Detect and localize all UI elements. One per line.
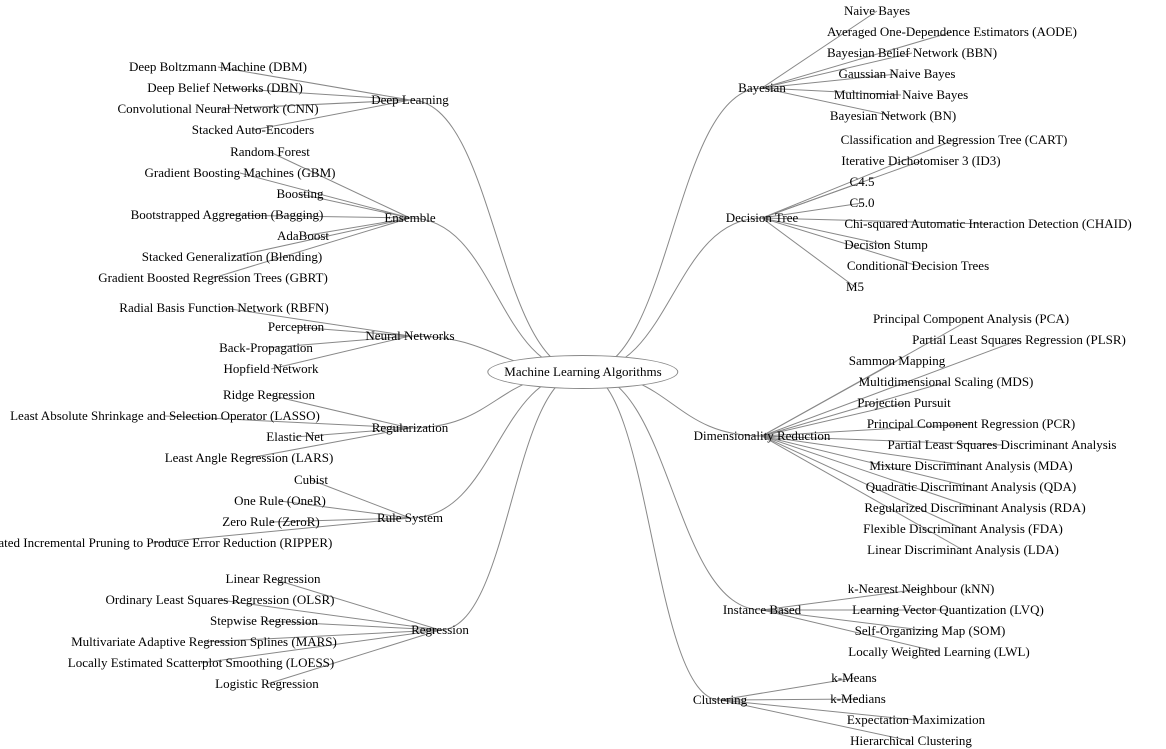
node-label: Radial Basis Function Network (RBFN) — [119, 300, 328, 316]
node-label: Conditional Decision Trees — [847, 258, 989, 274]
node-label: Bayesian Network (BN) — [830, 108, 956, 124]
node-label: Naive Bayes — [844, 3, 910, 19]
node-label: Hopfield Network — [224, 361, 319, 377]
node-label: C4.5 — [850, 174, 875, 190]
node-label: Regularized Discriminant Analysis (RDA) — [864, 500, 1085, 516]
node-label: Linear Regression — [226, 571, 321, 587]
node-label: k-Medians — [830, 691, 886, 707]
node-label: Decision Stump — [844, 237, 927, 253]
node-label: AdaBoost — [277, 228, 329, 244]
node-label: Dimensionality Reduction — [694, 428, 831, 444]
node-label: Elastic Net — [266, 429, 323, 445]
node-label: Multivariate Adaptive Regression Splines… — [71, 634, 337, 650]
node-label: Perceptron — [268, 319, 324, 335]
node-label: Logistic Regression — [215, 676, 319, 692]
node-label: Sammon Mapping — [849, 353, 945, 369]
node-label: Principal Component Analysis (PCA) — [873, 311, 1069, 327]
node-label: Cubist — [294, 472, 328, 488]
node-label: Deep Belief Networks (DBN) — [147, 80, 303, 96]
node-label: k-Nearest Neighbour (kNN) — [848, 581, 995, 597]
node-label: Partial Least Squares Discriminant Analy… — [888, 437, 1117, 453]
node-label: Self-Organizing Map (SOM) — [855, 623, 1006, 639]
node-label: Random Forest — [230, 144, 310, 160]
node-label: Hierarchical Clustering — [850, 733, 972, 749]
node-label: Decision Tree — [726, 210, 799, 226]
node-label: Gradient Boosting Machines (GBM) — [144, 165, 335, 181]
node-label: Regression — [411, 622, 469, 638]
node-label: Averaged One-Dependence Estimators (AODE… — [827, 24, 1077, 40]
node-label: Multidimensional Scaling (MDS) — [859, 374, 1034, 390]
node-label: Deep Boltzmann Machine (DBM) — [129, 59, 307, 75]
node-label: Principal Component Regression (PCR) — [867, 416, 1075, 432]
node-label: M5 — [846, 279, 864, 295]
node-label: Bayesian — [738, 80, 786, 96]
node-label: Learning Vector Quantization (LVQ) — [852, 602, 1044, 618]
node-label: Stacked Auto-Encoders — [192, 122, 314, 138]
node-label: Locally Estimated Scatterplot Smoothing … — [68, 655, 334, 671]
node-label: Zero Rule (ZeroR) — [222, 514, 319, 530]
node-label: Linear Discriminant Analysis (LDA) — [867, 542, 1059, 558]
center-node: Machine Learning Algorithms — [487, 355, 678, 389]
node-label: One Rule (OneR) — [234, 493, 326, 509]
node-label: Iterative Dichotomiser 3 (ID3) — [841, 153, 1000, 169]
node-label: Quadratic Discriminant Analysis (QDA) — [866, 479, 1076, 495]
node-label: Multinomial Naive Bayes — [834, 87, 968, 103]
node-label: Clustering — [693, 692, 747, 708]
node-label: Instance Based — [723, 602, 801, 618]
node-label: Gaussian Naive Bayes — [839, 66, 956, 82]
node-label: Deep Learning — [371, 92, 449, 108]
node-label: Ordinary Least Squares Regression (OLSR) — [106, 592, 335, 608]
node-label: Chi-squared Automatic Interaction Detect… — [844, 216, 1131, 232]
node-label: Least Angle Regression (LARS) — [165, 450, 334, 466]
node-label: Bootstrapped Aggregation (Bagging) — [131, 207, 324, 223]
node-label: Mixture Discriminant Analysis (MDA) — [869, 458, 1072, 474]
node-label: Stepwise Regression — [210, 613, 318, 629]
node-label: Ensemble — [384, 210, 435, 226]
node-label: Stacked Generalization (Blending) — [142, 249, 323, 265]
node-label: Partial Least Squares Regression (PLSR) — [912, 332, 1126, 348]
node-label: k-Means — [831, 670, 877, 686]
mindmap-container: Machine Learning Algorithms Deep Learning… — [0, 0, 1166, 745]
node-label: Least Absolute Shrinkage and Selection O… — [10, 408, 320, 424]
node-label: Neural Networks — [365, 328, 454, 344]
node-label: Rule System — [377, 510, 443, 526]
node-label: Regularization — [372, 420, 449, 436]
node-label: C5.0 — [850, 195, 875, 211]
node-label: Gradient Boosted Regression Trees (GBRT) — [98, 270, 328, 286]
node-label: Locally Weighted Learning (LWL) — [848, 644, 1029, 660]
node-label: Ridge Regression — [223, 387, 315, 403]
node-label: Bayesian Belief Network (BBN) — [827, 45, 997, 61]
node-label: Repeated Incremental Pruning to Produce … — [0, 535, 332, 551]
node-label: Classification and Regression Tree (CART… — [841, 132, 1068, 148]
node-label: Flexible Discriminant Analysis (FDA) — [863, 521, 1063, 537]
node-label: Expectation Maximization — [847, 712, 985, 728]
node-label: Back-Propagation — [219, 340, 313, 356]
node-label: Projection Pursuit — [857, 395, 951, 411]
node-label: Boosting — [277, 186, 324, 202]
node-label: Convolutional Neural Network (CNN) — [117, 101, 318, 117]
